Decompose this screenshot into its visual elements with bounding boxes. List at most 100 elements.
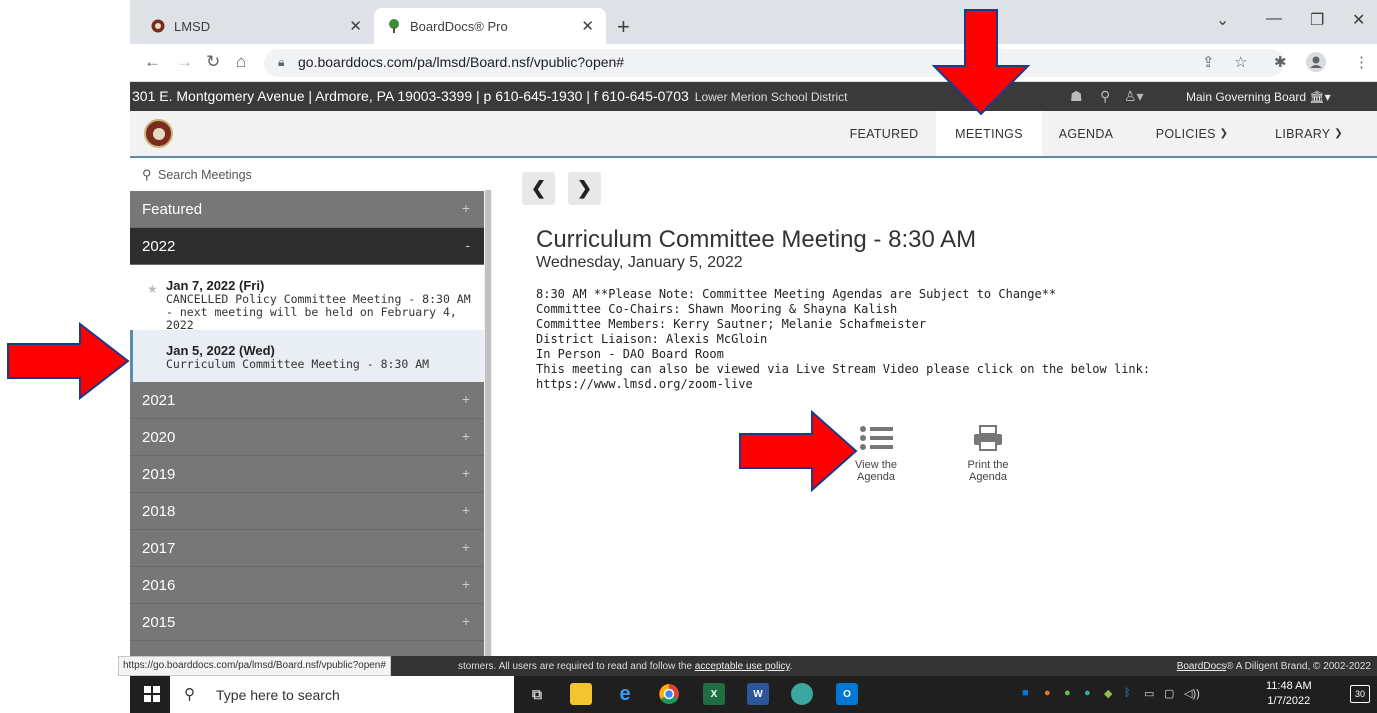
description-line: District Liaison: Alexis McGloin <box>536 332 768 346</box>
new-tab-button[interactable]: + <box>617 14 630 40</box>
internet-explorer-icon[interactable]: e <box>614 683 636 705</box>
search-placeholder: Search Meetings <box>158 168 252 182</box>
boarddocs-link[interactable]: BoardDocs <box>1177 661 1226 672</box>
outlook-tray-icon[interactable]: ■ <box>1022 687 1029 699</box>
arrow-to-meetings-icon <box>931 9 1031 116</box>
chevron-down-icon[interactable]: ⌄ <box>1216 10 1229 30</box>
tab-boarddocs[interactable]: BoardDocs® Pro ✕ <box>374 8 606 44</box>
group-featured[interactable]: Featured + <box>130 191 484 228</box>
star-icon[interactable]: ★ <box>147 282 158 296</box>
screenshot: LMSD ✕ BoardDocs® Pro ✕ + ⌄ — ❐ ✕ ← → ↻ … <box>0 0 1377 713</box>
clock[interactable]: 11:48 AM 1/7/2022 <box>1266 679 1312 709</box>
nav-library[interactable]: LIBRARY ❯ <box>1254 111 1364 156</box>
extensions-icon[interactable]: ✱ <box>1274 53 1287 71</box>
group-2017[interactable]: 2017 + <box>130 530 484 567</box>
group-2015[interactable]: 2015 + <box>130 604 484 641</box>
outlook-icon[interactable]: O <box>836 683 858 705</box>
nav-policies[interactable]: POLICIES ❯ <box>1140 111 1244 156</box>
next-meeting-button[interactable]: ❯ <box>568 172 601 205</box>
nav-label: LIBRARY <box>1275 126 1331 141</box>
expand-icon: + <box>461 613 470 629</box>
search-meetings[interactable]: ⚲ Search Meetings <box>130 160 492 190</box>
expand-icon: + <box>461 502 470 518</box>
lmsd-favicon-icon <box>150 18 166 34</box>
taskbar-search[interactable]: ⚲ Type here to search <box>170 676 514 713</box>
bluetooth-icon[interactable]: ᛒ <box>1124 687 1131 699</box>
volume-icon[interactable]: ◁)) <box>1184 687 1200 700</box>
group-2020[interactable]: 2020 + <box>130 419 484 456</box>
profile-icon[interactable] <box>1306 52 1326 76</box>
address-bar[interactable]: 🔒︎ go.boarddocs.com/pa/lmsd/Board.nsf/vp… <box>264 49 1284 77</box>
print-agenda-button[interactable]: Print the Agenda <box>953 425 1023 483</box>
excel-icon[interactable]: X <box>703 683 725 705</box>
chevron-left-icon: ❮ <box>530 178 547 198</box>
tree-favicon-icon <box>386 18 402 34</box>
home-icon[interactable]: ⌂ <box>236 52 246 72</box>
district-address: 301 E. Montgomery Avenue | Ardmore, PA 1… <box>132 88 848 104</box>
close-icon[interactable]: ✕ <box>581 17 594 35</box>
tab-lmsd[interactable]: LMSD ✕ <box>138 8 374 44</box>
close-icon[interactable]: ✕ <box>349 17 362 35</box>
meeting-item[interactable]: ★ Jan 7, 2022 (Fri) CANCELLED Policy Com… <box>130 266 484 332</box>
footer-text-end: . <box>789 661 793 672</box>
user-icon[interactable]: ♙▾ <box>1124 88 1144 105</box>
district-name: Lower Merion School District <box>694 90 848 104</box>
expand-icon: + <box>461 200 470 216</box>
previous-meeting-button[interactable]: ❮ <box>522 172 555 205</box>
nav-label: FEATURED <box>849 126 919 141</box>
more-menu-icon[interactable]: ⋮ <box>1354 53 1369 71</box>
address-text: 301 E. Montgomery Avenue | Ardmore, PA 1… <box>132 88 689 104</box>
group-2016[interactable]: 2016 + <box>130 567 484 604</box>
group-label: 2015 <box>142 614 176 631</box>
security-icon[interactable]: ◆ <box>1104 687 1112 700</box>
forward-arrow-icon[interactable]: → <box>176 52 193 72</box>
group-2021[interactable]: 2021 + <box>130 382 484 419</box>
group-next[interactable] <box>130 641 484 656</box>
group-2019[interactable]: 2019 + <box>130 456 484 493</box>
meeting-date: Jan 5, 2022 (Wed) <box>166 343 275 358</box>
url-text: go.boarddocs.com/pa/lmsd/Board.nsf/vpubl… <box>298 54 625 70</box>
windows-start-icon[interactable] <box>144 686 160 702</box>
app-icon[interactable] <box>791 683 813 705</box>
expand-icon: + <box>461 428 470 444</box>
print-agenda-label: Print the <box>967 459 1009 471</box>
network-icon[interactable]: ▢ <box>1164 687 1174 700</box>
search-icon[interactable]: ⚲ <box>1100 88 1110 105</box>
board-selector[interactable]: Main Governing Board 🏛︎▾ <box>1186 90 1331 104</box>
tray-app-icon[interactable]: ● <box>1064 687 1071 699</box>
tray-app-icon[interactable]: ● <box>1084 687 1091 699</box>
taskbar-search-placeholder: Type here to search <box>216 687 340 703</box>
main-nav: FEATURED MEETINGS AGENDA POLICIES ❯ LIBR… <box>130 111 1377 158</box>
sidebar-scroll-thumb[interactable] <box>485 190 491 656</box>
group-2022[interactable]: 2022 - <box>130 228 484 265</box>
back-arrow-icon[interactable]: ← <box>144 52 161 72</box>
group-2018[interactable]: 2018 + <box>130 493 484 530</box>
nav-featured[interactable]: FEATURED <box>834 111 934 156</box>
word-icon[interactable]: W <box>747 683 769 705</box>
notification-icon[interactable]: 30 <box>1350 685 1370 703</box>
board-name: Main Governing Board <box>1186 90 1307 104</box>
battery-icon[interactable]: ▭ <box>1144 687 1154 700</box>
group-label: 2016 <box>142 577 176 594</box>
meeting-date: Jan 7, 2022 (Fri) <box>166 278 265 293</box>
arrow-to-selected-meeting-icon <box>7 322 130 400</box>
meeting-item-selected[interactable]: Jan 5, 2022 (Wed) Curriculum Committee M… <box>130 330 484 382</box>
file-explorer-icon[interactable] <box>570 683 592 705</box>
description-line: 8:30 AM **Please Note: Committee Meeting… <box>536 287 1057 301</box>
home-icon[interactable]: ☗ <box>1070 88 1083 105</box>
task-view-icon[interactable]: ⧉ <box>526 683 548 705</box>
share-icon[interactable]: ⇪ <box>1202 53 1215 71</box>
bookmark-star-icon[interactable]: ☆ <box>1234 53 1247 71</box>
reload-icon[interactable]: ↻ <box>206 52 220 72</box>
district-logo[interactable] <box>144 119 173 148</box>
chevron-down-icon: ❯ <box>1219 128 1229 139</box>
time: 11:48 AM <box>1266 680 1312 692</box>
window-close-icon[interactable]: ✕ <box>1352 10 1365 30</box>
headset-icon[interactable]: ● <box>1044 687 1051 699</box>
expand-icon: + <box>461 539 470 555</box>
chrome-icon[interactable] <box>658 683 680 705</box>
minimize-icon[interactable]: — <box>1266 10 1282 28</box>
restore-icon[interactable]: ❐ <box>1310 10 1324 30</box>
nav-agenda[interactable]: AGENDA <box>1042 111 1130 156</box>
acceptable-use-link[interactable]: acceptable use policy <box>695 661 790 672</box>
